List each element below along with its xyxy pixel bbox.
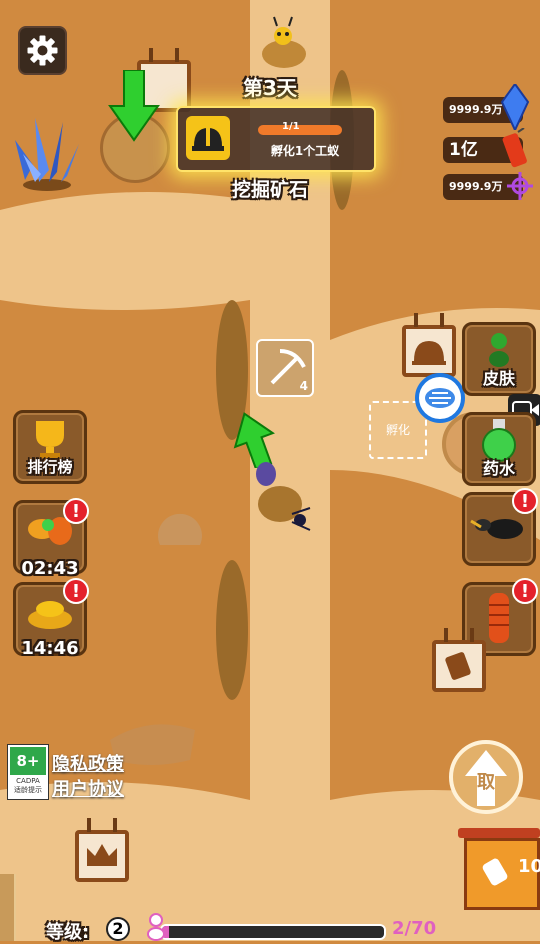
task-progress-text: 1/1 bbox=[282, 121, 300, 132]
red-ant-alert: ! bbox=[512, 578, 538, 604]
soldier-ant-alert: ! bbox=[512, 488, 538, 514]
skin-button[interactable]: 皮肤 bbox=[462, 322, 536, 396]
task-description: 孵化1个工蚁 bbox=[270, 144, 340, 158]
day-label: 第3天 bbox=[243, 76, 297, 100]
sign-food bbox=[432, 628, 486, 692]
gold-alert: ! bbox=[63, 578, 89, 604]
level-value: 2 bbox=[112, 919, 124, 938]
skin-label: 皮肤 bbox=[482, 369, 515, 388]
blue-crystal-icon bbox=[500, 84, 530, 130]
ant-boost-timer: 02:43 bbox=[21, 558, 79, 579]
pickaxe-count: 4 bbox=[299, 379, 308, 393]
ant-level-icon bbox=[147, 913, 165, 941]
firecracker-icon bbox=[502, 128, 527, 168]
task-title: 挖掘矿石 bbox=[231, 179, 308, 201]
queen-ant-icon[interactable] bbox=[256, 14, 310, 70]
leaderboard-label: 排行榜 bbox=[27, 458, 73, 476]
crystal-count-text: 9999.9万 bbox=[449, 103, 503, 116]
food-icon bbox=[482, 858, 508, 886]
crown-icon bbox=[87, 844, 117, 866]
task-banner[interactable]: 1/1 孵化1个工蚁 bbox=[176, 106, 376, 172]
task-progress-bar bbox=[258, 125, 342, 135]
age-rating-badge: 8+ CADPA 适龄提示 bbox=[7, 744, 49, 800]
gear-icon bbox=[27, 35, 58, 66]
purple-gene-icon bbox=[507, 172, 533, 200]
gene-count-text: 9999.9万 bbox=[449, 180, 503, 193]
shop-cart[interactable]: 10 bbox=[458, 828, 540, 914]
user-agreement-link[interactable]: 用户协议 bbox=[52, 775, 124, 801]
privacy-policy-link[interactable]: 隐私政策 bbox=[52, 750, 124, 776]
hatch-label: 孵化 bbox=[385, 423, 410, 437]
level-value-circle: 2 bbox=[106, 917, 130, 941]
age-rating-hint: 适龄提示 bbox=[14, 786, 42, 794]
task-progress-fill bbox=[258, 125, 342, 135]
potion-label: 药水 bbox=[482, 459, 515, 478]
larva-icon bbox=[425, 388, 455, 408]
green-arrow-down-icon bbox=[108, 70, 160, 142]
potion-button[interactable]: 药水 bbox=[462, 412, 536, 486]
sign-crown bbox=[75, 818, 129, 882]
worker-ant-icon[interactable] bbox=[244, 458, 316, 536]
sign-helmet bbox=[402, 313, 456, 377]
leaderboard-button[interactable]: 排行榜 bbox=[13, 410, 87, 484]
bottom-left-edge bbox=[0, 874, 16, 941]
pickaxe-button[interactable]: 4 bbox=[256, 339, 314, 397]
collect-button[interactable]: 取 bbox=[449, 740, 523, 814]
ant-boost-alert: ! bbox=[63, 498, 89, 524]
exp-text: 2/70 bbox=[392, 918, 437, 939]
blue-crystal-cluster[interactable] bbox=[5, 110, 90, 195]
firecracker-count-text: 1亿 bbox=[449, 140, 478, 160]
collect-label: 取 bbox=[477, 772, 495, 793]
gold-timer: 14:46 bbox=[21, 638, 79, 659]
level-label: 等级: bbox=[46, 922, 90, 943]
age-rating-value: 8+ bbox=[10, 747, 46, 775]
food-sign-icon bbox=[445, 652, 471, 680]
helmet-sign-icon bbox=[412, 341, 446, 365]
helmet-icon bbox=[192, 128, 224, 151]
task-icon-box bbox=[186, 116, 230, 160]
shop-count: 10 bbox=[518, 856, 540, 877]
settings-button[interactable] bbox=[18, 26, 67, 75]
age-rating-org: CADPA bbox=[16, 777, 40, 785]
exp-bar bbox=[160, 924, 386, 940]
